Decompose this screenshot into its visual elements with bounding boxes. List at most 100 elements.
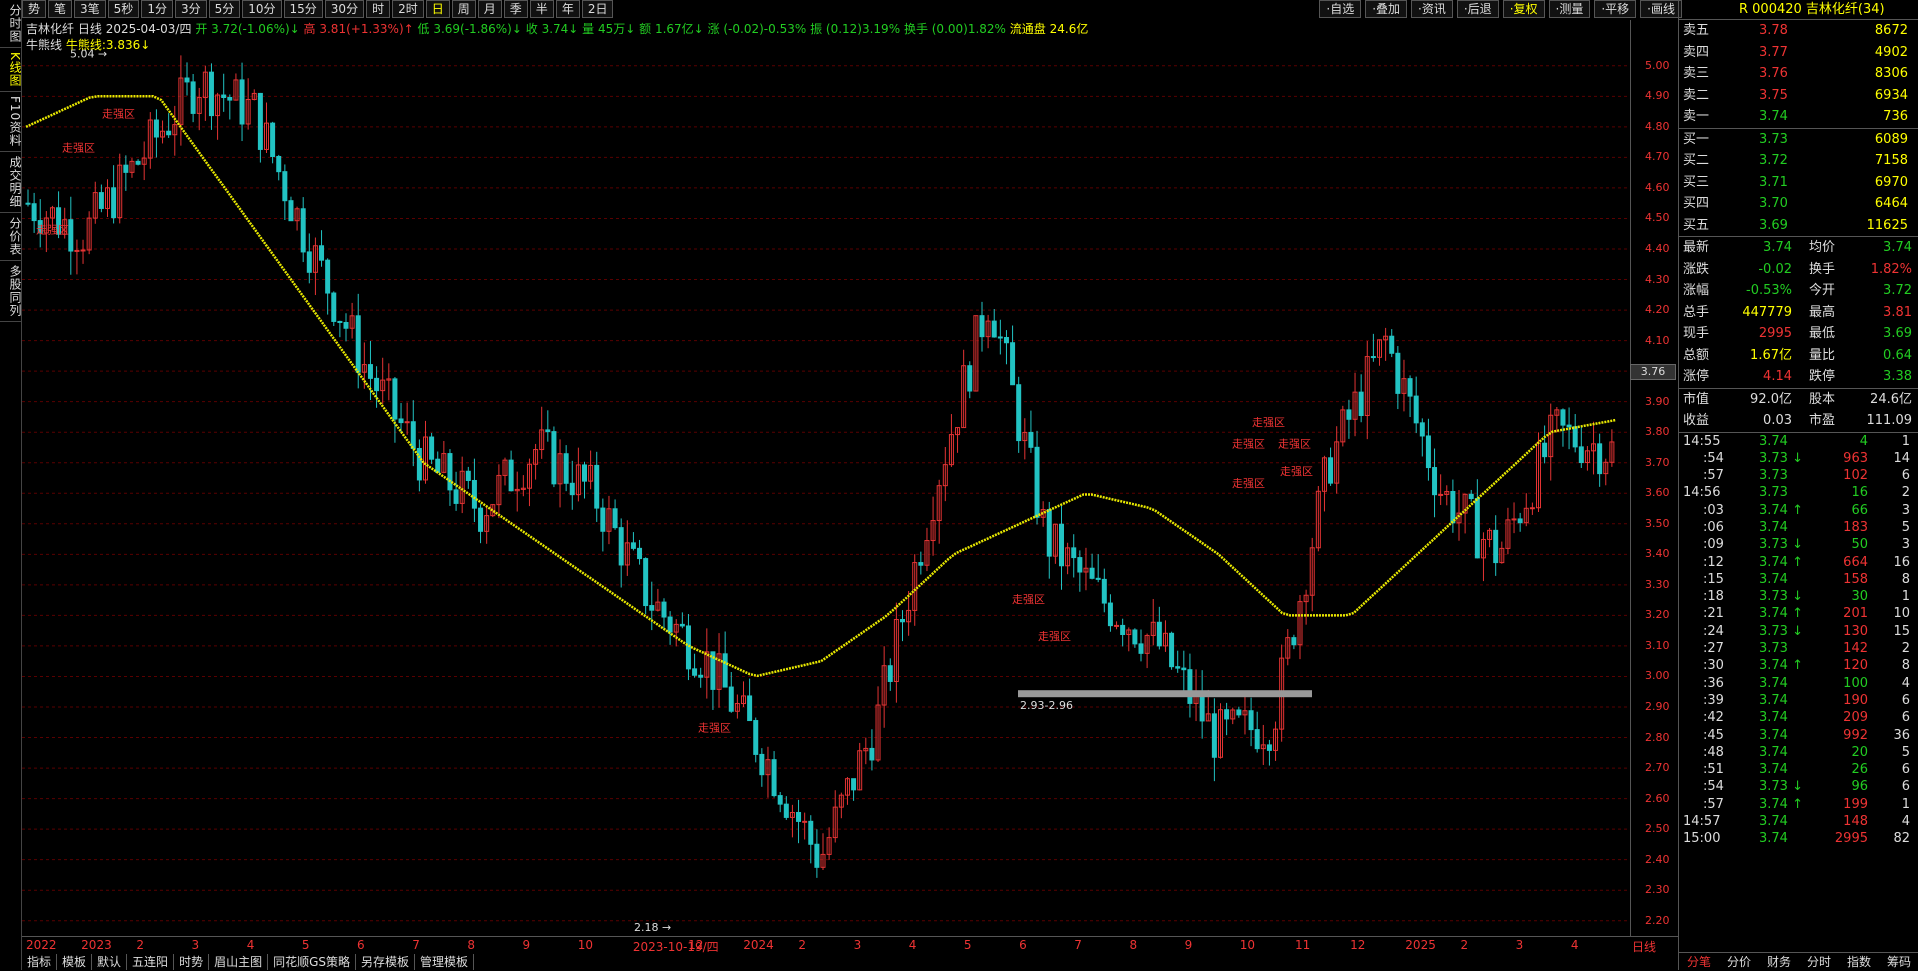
- period-button-0[interactable]: 势: [22, 0, 47, 18]
- period-button-6[interactable]: 5分: [208, 0, 241, 18]
- period-button-15[interactable]: 季: [503, 0, 528, 18]
- period-button-1[interactable]: 笔: [48, 0, 73, 18]
- panel-tab-0[interactable]: 分笔: [1679, 953, 1719, 970]
- tick-row[interactable]: :06 3.74 183 5: [1679, 519, 1918, 536]
- tool-button-6[interactable]: ·平移: [1594, 0, 1637, 18]
- sidebar-tab-1[interactable]: K线图: [0, 48, 22, 92]
- tool-button-5[interactable]: ·测量: [1548, 0, 1591, 18]
- panel-tab-3[interactable]: 分时: [1799, 953, 1839, 970]
- template-button-1[interactable]: 模板: [57, 954, 93, 970]
- y-tick-24: 2.60: [1645, 791, 1670, 805]
- tick-count: 1: [1901, 796, 1910, 812]
- sidebar-tab-4[interactable]: 分价表: [0, 213, 22, 262]
- tick-list[interactable]: 14:55 3.74 4 1:54 3.73 ↓ 963 14:57 3.73 102 6 14:5…: [1679, 433, 1918, 848]
- period-button-18[interactable]: 2日: [581, 0, 614, 18]
- tick-volume: 664: [1843, 554, 1868, 570]
- tick-row[interactable]: :15 3.74 158 8: [1679, 571, 1918, 588]
- ask-volume: 8306: [1874, 66, 1908, 81]
- tool-button-7[interactable]: ·画线: [1640, 0, 1682, 18]
- kline-chart[interactable]: 5.04 → 2.18 → 2.93-2.96 走强区 走强区 走强区 走强区 走强区 走强区走…: [22, 20, 1630, 936]
- panel-tab-5[interactable]: 筹码: [1879, 953, 1918, 970]
- period-button-7[interactable]: 10分: [242, 0, 282, 18]
- tick-row[interactable]: :03 3.74 ↑ 66 3: [1679, 502, 1918, 519]
- panel-tab-2[interactable]: 财务: [1759, 953, 1799, 970]
- tick-row[interactable]: :54 3.73 ↓ 96 6: [1679, 778, 1918, 795]
- period-button-14[interactable]: 月: [477, 0, 502, 18]
- period-button-17[interactable]: 年: [555, 0, 580, 18]
- candle-body: [722, 653, 728, 688]
- panel-tab-1[interactable]: 分价: [1719, 953, 1759, 970]
- tick-row[interactable]: :45 3.74 992 36: [1679, 727, 1918, 744]
- candle-body: [74, 249, 80, 252]
- stat-label: 涨停: [1683, 369, 1710, 384]
- x-tick-14: 2: [798, 938, 807, 952]
- template-button-0[interactable]: 指标: [22, 954, 58, 970]
- period-button-16[interactable]: 半: [529, 0, 554, 18]
- period-button-10[interactable]: 时: [366, 0, 391, 18]
- tick-row[interactable]: :18 3.73 ↓ 30 1: [1679, 588, 1918, 605]
- candle-body: [1517, 518, 1523, 524]
- ask-book: 卖五 3.78 8672 卖四 3.77 4902 卖三 3.76 8306 卖二 3.75 6934…: [1679, 20, 1918, 128]
- template-button-6[interactable]: 同花顺GS策略: [268, 954, 357, 970]
- tick-volume: 148: [1843, 814, 1868, 830]
- tool-button-0[interactable]: ·自选: [1319, 0, 1362, 18]
- tick-row[interactable]: :21 3.74 ↑ 201 10: [1679, 605, 1918, 622]
- tool-button-1[interactable]: ·叠加: [1365, 0, 1408, 18]
- candle-body: [1028, 431, 1034, 448]
- stat-label: 涨跌: [1683, 261, 1710, 277]
- sidebar-tab-5[interactable]: 多股同列: [0, 261, 22, 323]
- candle-body: [355, 315, 361, 373]
- tick-row[interactable]: :57 3.74 ↑ 199 1: [1679, 796, 1918, 813]
- sidebar-tab-3[interactable]: 成交明细: [0, 152, 22, 214]
- template-button-5[interactable]: 眉山主图: [209, 954, 269, 970]
- period-button-5[interactable]: 3分: [174, 0, 207, 18]
- tick-row[interactable]: :54 3.73 ↓ 963 14: [1679, 450, 1918, 467]
- panel-tab-4[interactable]: 指数: [1839, 953, 1879, 970]
- period-button-12[interactable]: 日: [425, 0, 450, 18]
- period-button-13[interactable]: 周: [451, 0, 476, 18]
- template-button-8[interactable]: 管理模板: [415, 954, 475, 970]
- tick-row[interactable]: 15:00 3.74 2995 82: [1679, 830, 1918, 847]
- tool-button-2[interactable]: ·资讯: [1411, 0, 1453, 18]
- tick-row[interactable]: 14:56 3.73 16 2: [1679, 484, 1918, 501]
- kline-svg[interactable]: 5.04 →2.18 →2.93-2.96走强区走强区走强区走强区走强区走强区走…: [22, 20, 1630, 936]
- period-button-2[interactable]: 3笔: [74, 0, 106, 18]
- tick-row[interactable]: :27 3.73 142 2: [1679, 640, 1918, 657]
- period-button-3[interactable]: 5秒: [107, 0, 140, 18]
- tick-price: 3.73: [1759, 485, 1788, 501]
- period-button-11[interactable]: 2时: [392, 0, 424, 18]
- zone-label: 走强区: [62, 141, 95, 154]
- tick-row[interactable]: :42 3.74 209 6: [1679, 709, 1918, 726]
- y-tick-26: 2.40: [1645, 852, 1670, 866]
- x-tick-23: 11: [1294, 938, 1311, 952]
- tick-row[interactable]: :09 3.73 ↓ 50 3: [1679, 536, 1918, 553]
- x-tick-24: 12: [1350, 938, 1366, 952]
- tool-button-3[interactable]: ·后退: [1456, 0, 1499, 18]
- sidebar-tab-2[interactable]: F10资料: [0, 92, 22, 153]
- tick-row[interactable]: :24 3.73 ↓ 130 15: [1679, 623, 1918, 640]
- period-button-4[interactable]: 1分: [141, 0, 173, 18]
- tick-row[interactable]: :36 3.74 100 4: [1679, 675, 1918, 692]
- template-button-4[interactable]: 时势: [174, 954, 210, 970]
- candle-body: [1419, 422, 1425, 437]
- tick-row[interactable]: :39 3.74 190 6: [1679, 692, 1918, 709]
- zone-label: 走强区: [1252, 416, 1285, 429]
- tick-row[interactable]: :51 3.74 26 6: [1679, 761, 1918, 778]
- tool-button-4[interactable]: ·复权: [1502, 0, 1545, 18]
- sidebar-tab-0[interactable]: 分时图: [0, 0, 22, 48]
- period-button-8[interactable]: 15分: [283, 0, 323, 18]
- tick-row[interactable]: 14:57 3.74 148 4: [1679, 813, 1918, 830]
- bid-label: 买四: [1683, 196, 1710, 211]
- tick-count: 2: [1901, 641, 1910, 657]
- period-button-9[interactable]: 30分: [324, 0, 365, 18]
- tick-row[interactable]: :57 3.73 102 6: [1679, 467, 1918, 484]
- template-button-2[interactable]: 默认: [92, 954, 128, 970]
- tick-row[interactable]: 14:55 3.74 4 1: [1679, 433, 1918, 450]
- tick-row[interactable]: :12 3.74 ↑ 664 16: [1679, 554, 1918, 571]
- tick-row[interactable]: :30 3.74 ↑ 120 8: [1679, 657, 1918, 674]
- tick-volume: 963: [1843, 450, 1868, 466]
- template-button-3[interactable]: 五连阳: [127, 954, 175, 970]
- stat-label: 换手: [1809, 261, 1836, 277]
- template-button-7[interactable]: 另存模板: [356, 954, 416, 970]
- tick-row[interactable]: :48 3.74 20 5: [1679, 744, 1918, 761]
